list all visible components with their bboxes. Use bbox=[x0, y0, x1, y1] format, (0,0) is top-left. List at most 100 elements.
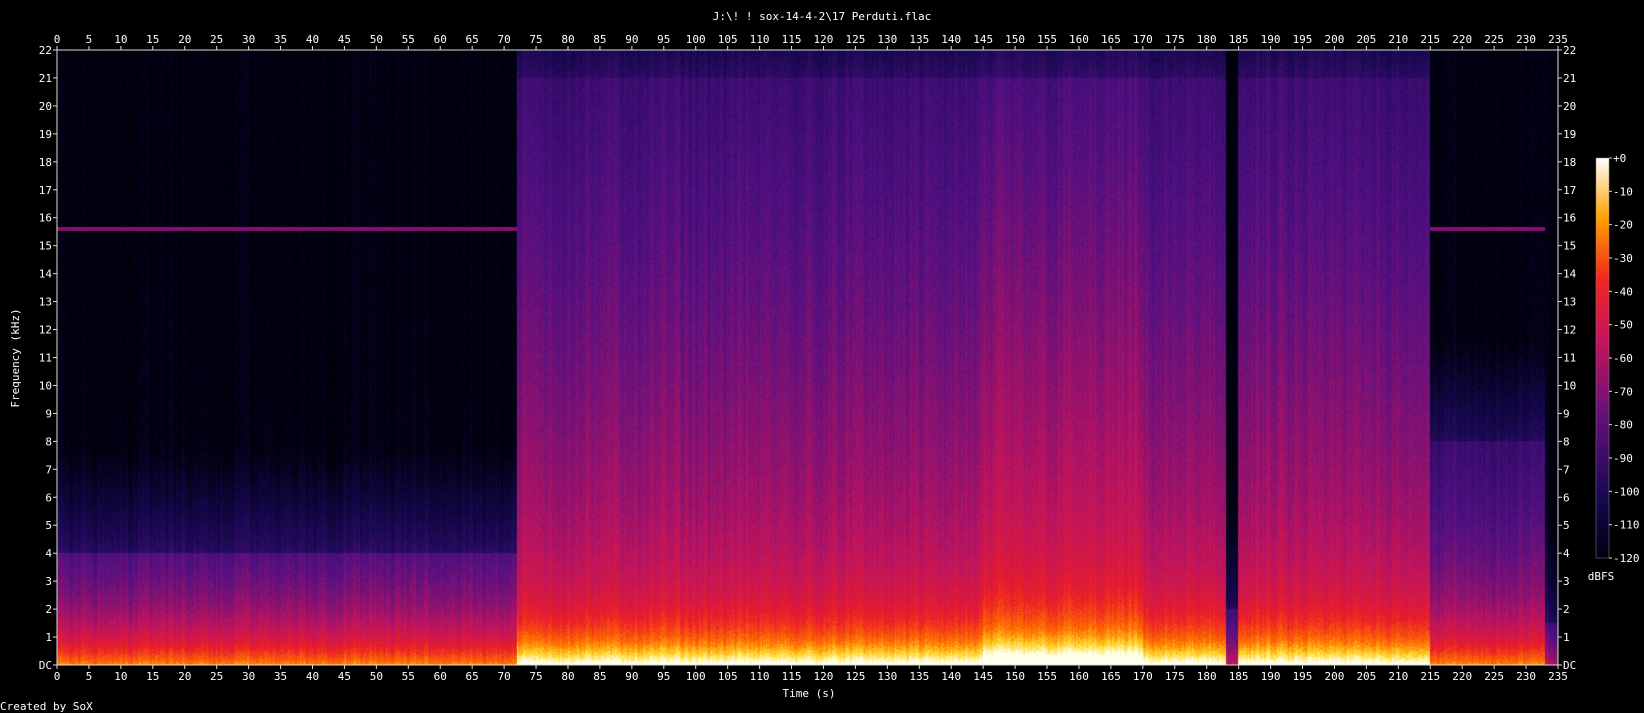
x-tick-label: 110 bbox=[750, 670, 770, 683]
y-axis-label: Frequency (kHz) bbox=[9, 308, 22, 407]
x-tick-label-top: 200 bbox=[1325, 33, 1345, 46]
x-tick-label: 195 bbox=[1293, 670, 1313, 683]
colorbar-tick-label: -50 bbox=[1613, 319, 1633, 332]
x-tick-label-top: 100 bbox=[686, 33, 706, 46]
x-tick-label-top: 70 bbox=[497, 33, 510, 46]
x-tick-label: 95 bbox=[657, 670, 670, 683]
x-tick-label: 115 bbox=[782, 670, 802, 683]
y-tick-label-right: 22 bbox=[1563, 44, 1576, 57]
spectrogram-chart: 0055101015152020252530303535404045455050… bbox=[0, 10, 1640, 713]
y-tick-label-right: 12 bbox=[1563, 324, 1576, 337]
y-tick-label-right: 16 bbox=[1563, 212, 1576, 225]
x-tick-label-top: 205 bbox=[1356, 33, 1376, 46]
x-tick-label-top: 50 bbox=[370, 33, 383, 46]
x-tick-label-top: 225 bbox=[1484, 33, 1504, 46]
y-tick-label-right: 1 bbox=[1563, 631, 1570, 644]
x-tick-label-top: 35 bbox=[274, 33, 287, 46]
y-tick-label: 7 bbox=[45, 463, 52, 476]
y-tick-label: 21 bbox=[39, 72, 52, 85]
x-tick-label: 155 bbox=[1037, 670, 1057, 683]
x-tick-label-top: 185 bbox=[1229, 33, 1249, 46]
x-tick-label-top: 55 bbox=[402, 33, 415, 46]
x-tick-label: 225 bbox=[1484, 670, 1504, 683]
y-tick-label: 11 bbox=[39, 352, 52, 365]
x-tick-label: 55 bbox=[402, 670, 415, 683]
x-tick-label: 130 bbox=[877, 670, 897, 683]
x-tick-label: 70 bbox=[497, 670, 510, 683]
colorbar-tick-label: -80 bbox=[1613, 419, 1633, 432]
y-tick-label: 3 bbox=[45, 575, 52, 588]
colorbar-tick-label: -10 bbox=[1613, 185, 1633, 198]
y-tick-label-right: 6 bbox=[1563, 491, 1570, 504]
x-tick-label: 190 bbox=[1261, 670, 1281, 683]
colorbar-tick-label: -60 bbox=[1613, 352, 1633, 365]
x-tick-label: 180 bbox=[1197, 670, 1217, 683]
y-tick-label: 4 bbox=[45, 547, 52, 560]
x-tick-label: 25 bbox=[210, 670, 223, 683]
x-tick-label-top: 95 bbox=[657, 33, 670, 46]
x-tick-label-top: 140 bbox=[941, 33, 961, 46]
chart-title: J:\! ! sox-14-4-2\17 Perduti.flac bbox=[713, 10, 932, 23]
y-tick-label: 18 bbox=[39, 156, 52, 169]
x-tick-label-top: 135 bbox=[909, 33, 929, 46]
x-tick-label: 50 bbox=[370, 670, 383, 683]
x-tick-label-top: 145 bbox=[973, 33, 993, 46]
spectrogram-area bbox=[57, 50, 1558, 665]
x-tick-label: 150 bbox=[1005, 670, 1025, 683]
x-tick-label: 60 bbox=[434, 670, 447, 683]
footer-credit: Created by SoX bbox=[0, 700, 93, 713]
y-tick-label-right: 5 bbox=[1563, 519, 1570, 532]
x-tick-label-top: 5 bbox=[86, 33, 93, 46]
x-tick-label-top: 65 bbox=[466, 33, 479, 46]
colorbar-label: dBFS bbox=[1588, 570, 1615, 583]
colorbar-ticks: +0 -10 -20 -30 -40 -50 -60 -70 -80 -90 -100 -110 -12… bbox=[1609, 152, 1640, 565]
x-tick-label-top: 25 bbox=[210, 33, 223, 46]
x-tick-label-top: 175 bbox=[1165, 33, 1185, 46]
x-tick-label-top: 15 bbox=[146, 33, 159, 46]
x-tick-label-top: 105 bbox=[718, 33, 738, 46]
colorbar-tick-label: -110 bbox=[1613, 519, 1640, 532]
x-tick-label: 15 bbox=[146, 670, 159, 683]
y-tick-label: 15 bbox=[39, 240, 52, 253]
y-tick-label: 17 bbox=[39, 184, 52, 197]
x-tick-label-top: 125 bbox=[845, 33, 865, 46]
y-tick-label-right: 19 bbox=[1563, 128, 1576, 141]
x-tick-label: 175 bbox=[1165, 670, 1185, 683]
x-tick-label: 230 bbox=[1516, 670, 1536, 683]
y-tick-label: 13 bbox=[39, 296, 52, 309]
x-tick-label: 125 bbox=[845, 670, 865, 683]
x-tick-label-top: 180 bbox=[1197, 33, 1217, 46]
x-tick-label-top: 130 bbox=[877, 33, 897, 46]
x-tick-label: 140 bbox=[941, 670, 961, 683]
y-tick-label-right: 18 bbox=[1563, 156, 1576, 169]
x-tick-label-top: 115 bbox=[782, 33, 802, 46]
y-tick-label: DC bbox=[39, 659, 52, 672]
x-tick-label-top: 45 bbox=[338, 33, 351, 46]
x-tick-label: 10 bbox=[114, 670, 127, 683]
y-tick-label-right: 17 bbox=[1563, 184, 1576, 197]
y-tick-label: 1 bbox=[45, 631, 52, 644]
y-tick-label: 9 bbox=[45, 407, 52, 420]
y-tick-label: 19 bbox=[39, 128, 52, 141]
x-tick-label: 75 bbox=[529, 670, 542, 683]
x-tick-label-top: 195 bbox=[1293, 33, 1313, 46]
y-tick-label-right: 14 bbox=[1563, 268, 1577, 281]
x-tick-label-top: 0 bbox=[54, 33, 61, 46]
y-tick-label-right: DC bbox=[1563, 659, 1576, 672]
y-tick-label-right: 3 bbox=[1563, 575, 1570, 588]
colorbar-tick-label: -100 bbox=[1613, 485, 1640, 498]
x-tick-label-top: 190 bbox=[1261, 33, 1281, 46]
y-tick-label-right: 10 bbox=[1563, 379, 1576, 392]
x-tick-label-top: 220 bbox=[1452, 33, 1472, 46]
x-tick-label-top: 40 bbox=[306, 33, 319, 46]
x-tick-label: 215 bbox=[1420, 670, 1440, 683]
colorbar-tick-label: -30 bbox=[1613, 252, 1633, 265]
x-tick-label-top: 155 bbox=[1037, 33, 1057, 46]
y-tick-label: 5 bbox=[45, 519, 52, 532]
x-tick-label-top: 90 bbox=[625, 33, 638, 46]
y-tick-label-right: 20 bbox=[1563, 100, 1576, 113]
y-tick-label-right: 4 bbox=[1563, 547, 1570, 560]
x-tick-label: 0 bbox=[54, 670, 61, 683]
y-tick-label: 16 bbox=[39, 212, 52, 225]
x-tick-label-top: 150 bbox=[1005, 33, 1025, 46]
